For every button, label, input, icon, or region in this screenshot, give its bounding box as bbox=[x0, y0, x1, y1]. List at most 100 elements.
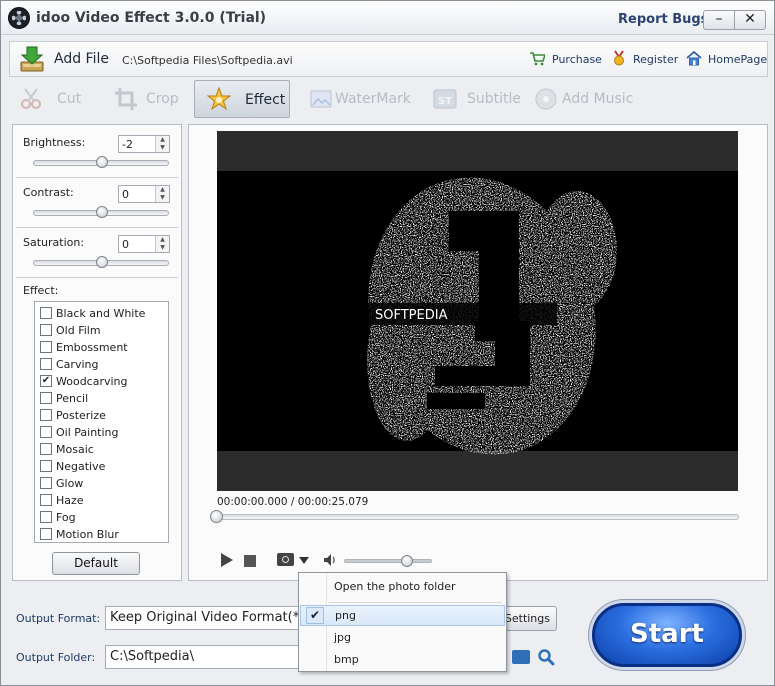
start-button[interactable]: Start bbox=[592, 603, 742, 667]
effect-item-embossment[interactable]: Embossment bbox=[40, 338, 165, 355]
add-file-icon[interactable] bbox=[19, 45, 45, 73]
video-preview[interactable]: SOFTPEDIA bbox=[217, 131, 738, 491]
effect-item-oil-painting[interactable]: Oil Painting bbox=[40, 423, 165, 440]
output-folder-input[interactable]: C:\Softpedia\ bbox=[105, 645, 305, 669]
register-link[interactable]: Register bbox=[633, 53, 678, 66]
folder-icon[interactable] bbox=[512, 650, 530, 664]
subtitle-icon: ST bbox=[433, 89, 457, 109]
saturation-spinbox[interactable]: 0 ▲ ▼ bbox=[118, 235, 170, 253]
camera-icon[interactable] bbox=[277, 553, 294, 566]
menu-item-label: png bbox=[335, 609, 356, 622]
effect-item-fog[interactable]: Fog bbox=[40, 508, 165, 525]
star-icon bbox=[207, 87, 231, 111]
home-icon[interactable] bbox=[686, 50, 702, 66]
seek-thumb[interactable] bbox=[210, 510, 223, 523]
menu-item-png[interactable]: ✔ png bbox=[300, 605, 505, 626]
tab-watermark-label: WaterMark bbox=[335, 91, 411, 107]
contrast-slider-thumb[interactable] bbox=[96, 206, 108, 218]
time-readout: 00:00:00.000 / 00:00:25.079 bbox=[217, 496, 368, 508]
effect-item-mosaic[interactable]: Mosaic bbox=[40, 440, 165, 457]
menu-item-label: Open the photo folder bbox=[334, 580, 456, 593]
brightness-spinbox[interactable]: -2 ▲ ▼ bbox=[118, 135, 170, 153]
effect-settings-panel: Brightness: -2 ▲ ▼ Contrast: 0 ▲ ▼ Saturat… bbox=[12, 124, 182, 581]
crop-icon bbox=[115, 88, 137, 110]
effect-checkbox[interactable] bbox=[40, 358, 52, 370]
menu-item-open-photo-folder[interactable]: Open the photo folder bbox=[300, 576, 505, 597]
play-icon[interactable] bbox=[221, 553, 233, 567]
effect-item-negative[interactable]: Negative bbox=[40, 457, 165, 474]
saturation-slider[interactable] bbox=[33, 256, 169, 268]
current-file-path: C:\Softpedia Files\Softpedia.avi bbox=[122, 54, 293, 67]
purchase-link[interactable]: Purchase bbox=[552, 53, 602, 66]
contrast-down-arrow-icon[interactable]: ▼ bbox=[156, 194, 169, 202]
effect-item-woodcarving[interactable]: ✔ Woodcarving bbox=[40, 372, 165, 389]
minimize-button[interactable]: – bbox=[703, 10, 735, 30]
tab-effect[interactable]: Effect bbox=[194, 80, 290, 118]
brightness-label: Brightness: bbox=[23, 136, 86, 149]
stop-icon[interactable] bbox=[244, 555, 256, 567]
effect-checkbox[interactable] bbox=[40, 477, 52, 489]
effect-checkbox[interactable] bbox=[40, 341, 52, 353]
effect-checkbox[interactable] bbox=[40, 392, 52, 404]
effect-item-label: Old Film bbox=[56, 324, 101, 337]
tab-cut[interactable]: Cut bbox=[13, 81, 93, 117]
saturation-slider-thumb[interactable] bbox=[96, 256, 108, 268]
effect-item-old-film[interactable]: Old Film bbox=[40, 321, 165, 338]
effect-checkbox[interactable]: ✔ bbox=[40, 375, 52, 387]
effect-item-label: Woodcarving bbox=[56, 375, 128, 388]
effect-checkbox[interactable] bbox=[40, 307, 52, 319]
saturation-label: Saturation: bbox=[23, 236, 85, 249]
effect-item-label: Oil Painting bbox=[56, 426, 119, 439]
effect-checkbox[interactable] bbox=[40, 426, 52, 438]
homepage-link[interactable]: HomePage bbox=[708, 53, 767, 66]
effect-item-motion-blur[interactable]: Motion Blur bbox=[40, 525, 165, 542]
effect-item-glow[interactable]: Glow bbox=[40, 474, 165, 491]
effect-item-pencil[interactable]: Pencil bbox=[40, 389, 165, 406]
close-button[interactable]: ✕ bbox=[734, 10, 766, 30]
default-button[interactable]: Default bbox=[52, 552, 140, 575]
saturation-down-arrow-icon[interactable]: ▼ bbox=[156, 244, 169, 252]
tab-crop[interactable]: Crop bbox=[108, 81, 188, 117]
cart-icon[interactable] bbox=[529, 50, 545, 66]
contrast-slider[interactable] bbox=[33, 206, 169, 218]
contrast-spinbox[interactable]: 0 ▲ ▼ bbox=[118, 185, 170, 203]
menu-item-jpg[interactable]: jpg bbox=[300, 627, 505, 648]
contrast-up-arrow-icon[interactable]: ▲ bbox=[156, 186, 169, 194]
speaker-icon[interactable] bbox=[323, 553, 337, 567]
effect-checkbox[interactable] bbox=[40, 460, 52, 472]
effect-item-haze[interactable]: Haze bbox=[40, 491, 165, 508]
effect-checkbox[interactable] bbox=[40, 443, 52, 455]
effect-checkbox[interactable] bbox=[40, 494, 52, 506]
tab-add-music[interactable]: Add Music bbox=[528, 81, 638, 117]
brightness-down-arrow-icon[interactable]: ▼ bbox=[156, 144, 169, 152]
add-file-button[interactable]: Add File bbox=[54, 51, 109, 67]
effect-item-carving[interactable]: Carving bbox=[40, 355, 165, 372]
snapshot-dropdown-arrow-icon[interactable] bbox=[299, 557, 309, 564]
tab-subtitle[interactable]: ST Subtitle bbox=[427, 81, 522, 117]
volume-slider-thumb[interactable] bbox=[400, 555, 413, 567]
brightness-slider[interactable] bbox=[33, 156, 169, 168]
volume-slider[interactable] bbox=[344, 555, 432, 567]
tab-subtitle-label: Subtitle bbox=[467, 91, 522, 107]
effect-item-posterize[interactable]: Posterize bbox=[40, 406, 165, 423]
saturation-up-arrow-icon[interactable]: ▲ bbox=[156, 236, 169, 244]
brightness-up-arrow-icon[interactable]: ▲ bbox=[156, 136, 169, 144]
effect-checkbox[interactable] bbox=[40, 409, 52, 421]
effect-checkbox[interactable] bbox=[40, 511, 52, 523]
effect-item-black-and-white[interactable]: Black and White bbox=[40, 304, 165, 321]
effect-item-label: Black and White bbox=[56, 307, 146, 320]
effect-checkbox[interactable] bbox=[40, 324, 52, 336]
tool-tabs: Cut Crop Effect WaterMark ST Subtitle Ad… bbox=[9, 79, 768, 119]
brightness-slider-thumb[interactable] bbox=[96, 156, 108, 168]
search-icon[interactable] bbox=[537, 648, 555, 666]
register-medal-icon[interactable] bbox=[611, 50, 627, 66]
report-bugs-link[interactable]: Report Bugs bbox=[618, 12, 708, 27]
menu-item-bmp[interactable]: bmp bbox=[300, 649, 505, 670]
output-format-select[interactable]: Keep Original Video Format(*.avi) bbox=[105, 606, 305, 630]
output-format-label: Output Format: bbox=[16, 612, 101, 625]
window-title: idoo Video Effect 3.0.0 (Trial) bbox=[36, 10, 267, 26]
title-bar: idoo Video Effect 3.0.0 (Trial) Report B… bbox=[1, 1, 774, 35]
seek-bar[interactable] bbox=[210, 510, 739, 523]
effect-checkbox[interactable] bbox=[40, 528, 52, 540]
tab-watermark[interactable]: WaterMark bbox=[303, 81, 413, 117]
